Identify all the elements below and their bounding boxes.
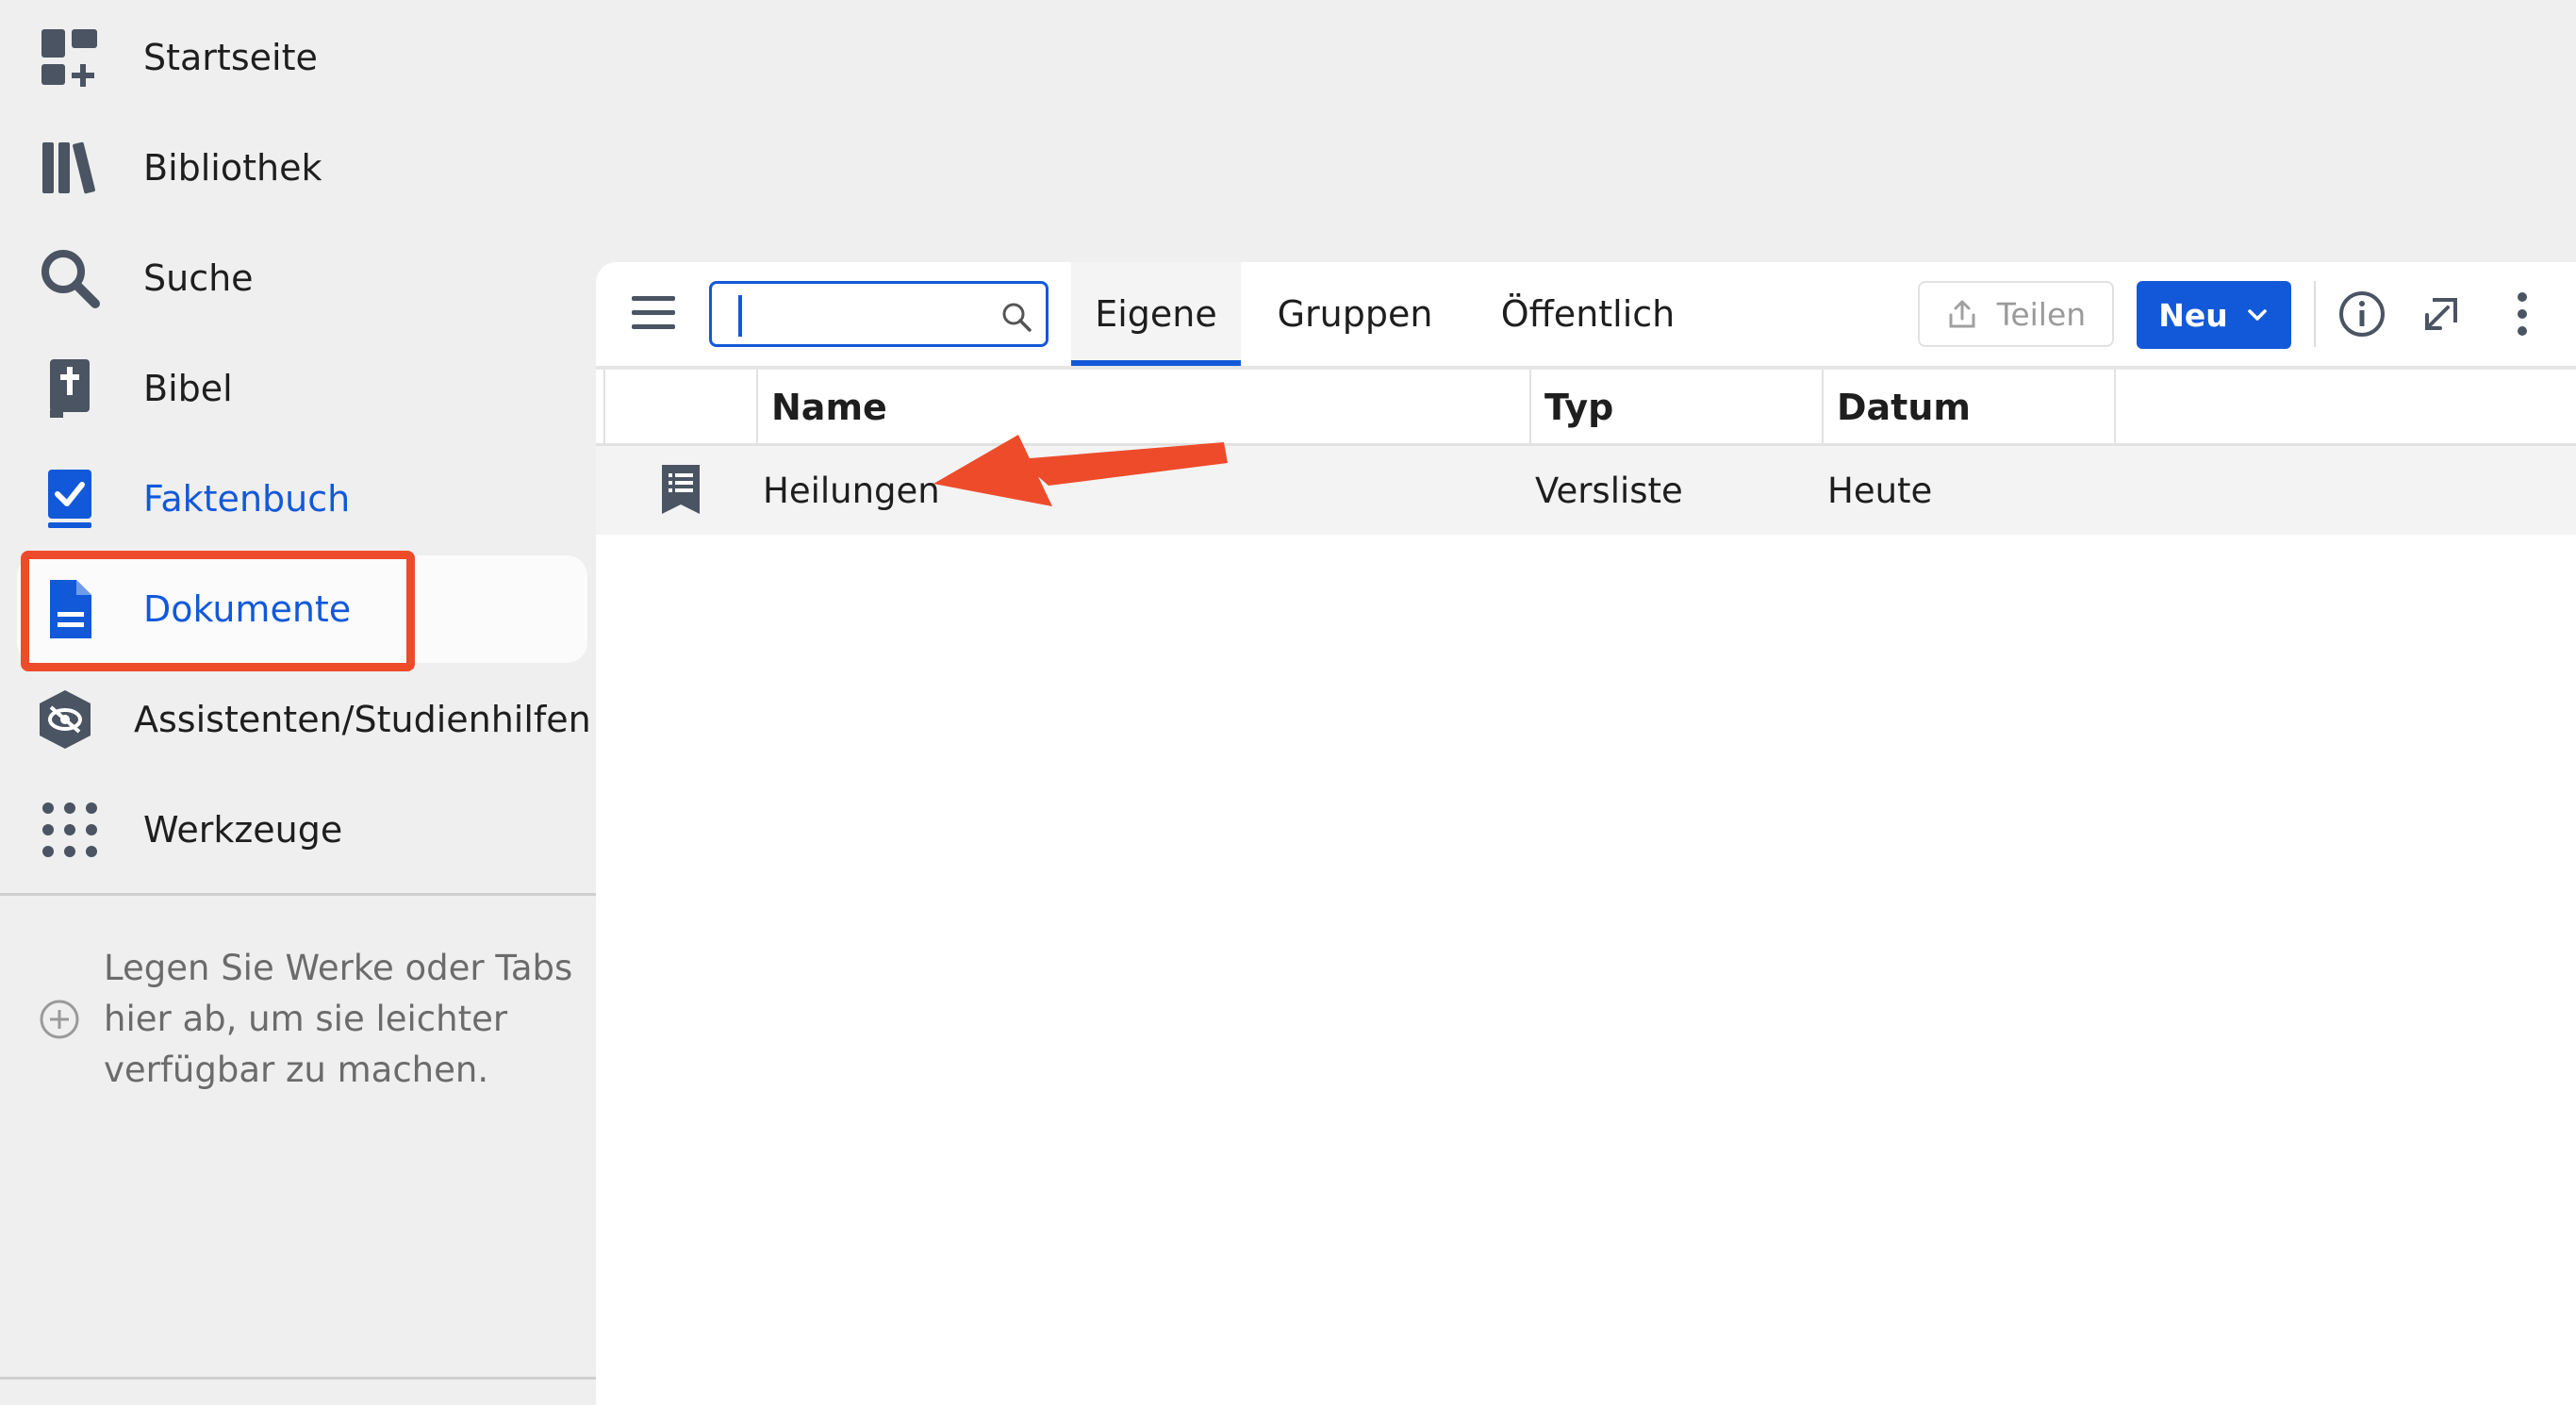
sidebar-divider <box>0 1377 596 1380</box>
sidebar-item-bibel[interactable]: Bibel <box>17 335 587 442</box>
sidebar-item-label: Suche <box>143 257 254 299</box>
verse-list-icon <box>662 465 700 514</box>
info-icon[interactable] <box>2335 287 2389 341</box>
icon-column-header <box>603 370 756 445</box>
favorites-drop-zone[interactable]: Legen Sie Werke oder Tabs hier ab, um si… <box>38 943 575 1096</box>
sidebar-item-label: Bibliothek <box>143 147 322 189</box>
chevron-down-icon <box>2248 309 2267 321</box>
search-field[interactable] <box>709 281 1049 347</box>
library-books-icon <box>34 132 106 204</box>
share-button-label: Teilen <box>1996 295 2087 333</box>
search-icon <box>34 242 106 314</box>
row-date: Heute <box>1827 470 1933 511</box>
table-row[interactable]: Heilungen Versliste Heute <box>596 446 2576 535</box>
sidebar-divider <box>0 893 596 896</box>
search-input[interactable] <box>731 291 985 337</box>
sidebar-item-label: Assistenten/Studienhilfen <box>134 699 591 740</box>
sidebar-item-bibliothek[interactable]: Bibliothek <box>17 114 587 222</box>
tab-label: Öffentlich <box>1500 293 1676 335</box>
row-name[interactable]: Heilungen <box>763 446 940 535</box>
sidebar-item-werkzeuge[interactable]: Werkzeuge <box>17 776 587 884</box>
sidebar-item-label: Dokumente <box>143 588 352 630</box>
column-header-typ[interactable]: Typ <box>1529 370 1822 445</box>
new-button[interactable]: Neu <box>2137 281 2291 349</box>
column-header-datum[interactable]: Datum <box>1822 370 2114 445</box>
new-button-label: Neu <box>2158 296 2228 334</box>
sidebar-item-label: Startseite <box>143 37 318 78</box>
sidebar-item-assistenten[interactable]: Assistenten/Studienhilfen <box>17 666 591 773</box>
sidebar-item-label: Faktenbuch <box>143 478 351 520</box>
document-icon <box>34 573 106 645</box>
sidebar-item-startseite[interactable]: Startseite <box>17 4 587 111</box>
sidebar-item-label: Bibel <box>143 368 233 409</box>
more-vertical-icon[interactable] <box>2495 287 2550 341</box>
drop-hint-text: Legen Sie Werke oder Tabs hier ab, um si… <box>104 948 573 1090</box>
share-button[interactable]: Teilen <box>1918 281 2114 347</box>
tab-label: Gruppen <box>1277 293 1433 335</box>
sidebar: Startseite Bibliothek Suche Bibel Fakten… <box>0 0 596 1405</box>
open-in-window-icon[interactable] <box>2414 287 2469 341</box>
sidebar-item-suche[interactable]: Suche <box>17 224 587 332</box>
tools-grid-icon <box>34 794 106 866</box>
tab-eigene[interactable]: Eigene <box>1071 262 1241 366</box>
search-icon[interactable] <box>1000 301 1032 333</box>
column-header-name[interactable]: Name <box>756 370 1529 445</box>
hamburger-menu-icon[interactable] <box>630 292 677 334</box>
bible-book-icon <box>34 353 106 424</box>
share-upload-icon <box>1949 300 1975 328</box>
sidebar-item-dokumente[interactable]: Dokumente <box>17 555 587 663</box>
tab-label: Eigene <box>1095 293 1217 335</box>
dashboard-add-icon <box>34 22 106 93</box>
documents-panel: Eigene Gruppen Öffentlich Teilen Neu Nam… <box>596 262 2576 1405</box>
factbook-check-icon <box>34 463 106 535</box>
tab-gruppen[interactable]: Gruppen <box>1256 262 1454 366</box>
guides-eye-icon <box>34 684 96 755</box>
tab-oeffentlich[interactable]: Öffentlich <box>1465 262 1710 366</box>
column-header-empty <box>2114 370 2576 445</box>
table-header: Name Typ Datum <box>603 370 2576 445</box>
sidebar-item-label: Werkzeuge <box>143 809 343 851</box>
documents-toolbar: Eigene Gruppen Öffentlich Teilen Neu <box>596 262 2576 366</box>
add-circle-icon <box>40 1000 79 1039</box>
sidebar-item-faktenbuch[interactable]: Faktenbuch <box>17 445 587 553</box>
toolbar-separator <box>2314 281 2316 347</box>
row-type: Versliste <box>1535 470 1683 511</box>
